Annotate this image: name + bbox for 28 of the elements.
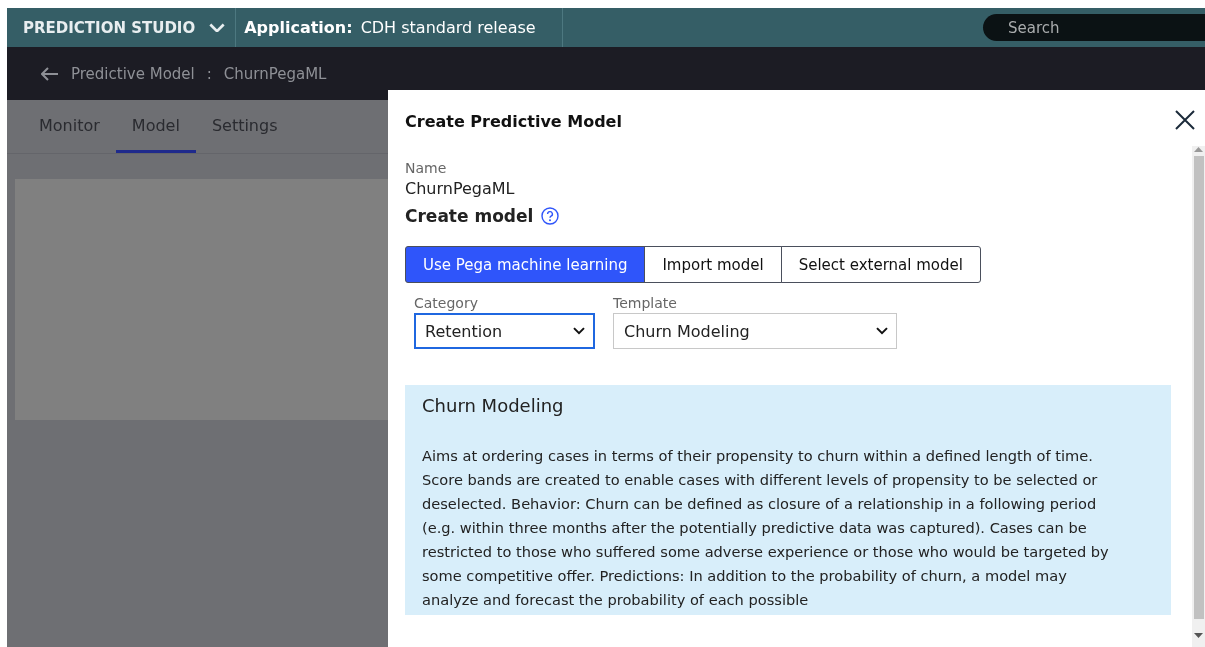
dropdown-field[interactable]: Retention: [414, 313, 595, 349]
search-field[interactable]: Search: [983, 14, 1205, 41]
back-arrow-icon[interactable]: [41, 66, 59, 81]
scroll-down-icon[interactable]: [1194, 633, 1203, 639]
field-label: Template: [613, 295, 678, 311]
section-title: Create model: [405, 206, 534, 226]
segment-button[interactable]: Use Pega machine learning: [405, 246, 646, 283]
dropdown-field[interactable]: Churn Modeling: [613, 313, 897, 349]
name-label: Name: [405, 160, 448, 176]
dialog-title: Create Predictive Model: [405, 111, 622, 131]
field-label: Category: [414, 295, 479, 311]
chevron-down-icon: [209, 22, 226, 33]
segment-button[interactable]: Import model: [644, 246, 782, 283]
scrollbar-thumb[interactable]: [1193, 156, 1204, 619]
help-icon[interactable]: [541, 207, 560, 225]
scrollbar[interactable]: [1192, 146, 1205, 647]
application-label: Application:: [244, 18, 353, 37]
breadcrumb-separator: :: [206, 64, 212, 83]
breadcrumb-name: ChurnPegaML: [223, 64, 327, 83]
application-name: CDH standard release: [360, 18, 536, 37]
studio-title: PREDICTION STUDIO: [23, 18, 196, 37]
chevron-down-icon: [573, 327, 585, 335]
breadcrumb-section: Predictive Model: [71, 64, 195, 83]
template-description: Aims at ordering cases in terms of their propensity to churn within a defined length of time. Score bands are created to enable cases with different levels of propensity to be selected or deselected. Behavior: Churn can be defined as closure of a relationship in a following period (e.g. within three months after the potentially predictive data was captured). Cases can be restricted to those who suffered some adverse experience or those who would be targeted by some competitive offer. Predictions: In addition to the probability of churn, a model may analyze and forecast the probability of each possible: [422, 446, 1110, 610]
template-title: Churn Modeling: [422, 395, 565, 416]
segment-button[interactable]: Select external model: [780, 246, 981, 283]
chevron-down-icon: [876, 327, 888, 335]
name-value: ChurnPegaML: [405, 179, 516, 198]
